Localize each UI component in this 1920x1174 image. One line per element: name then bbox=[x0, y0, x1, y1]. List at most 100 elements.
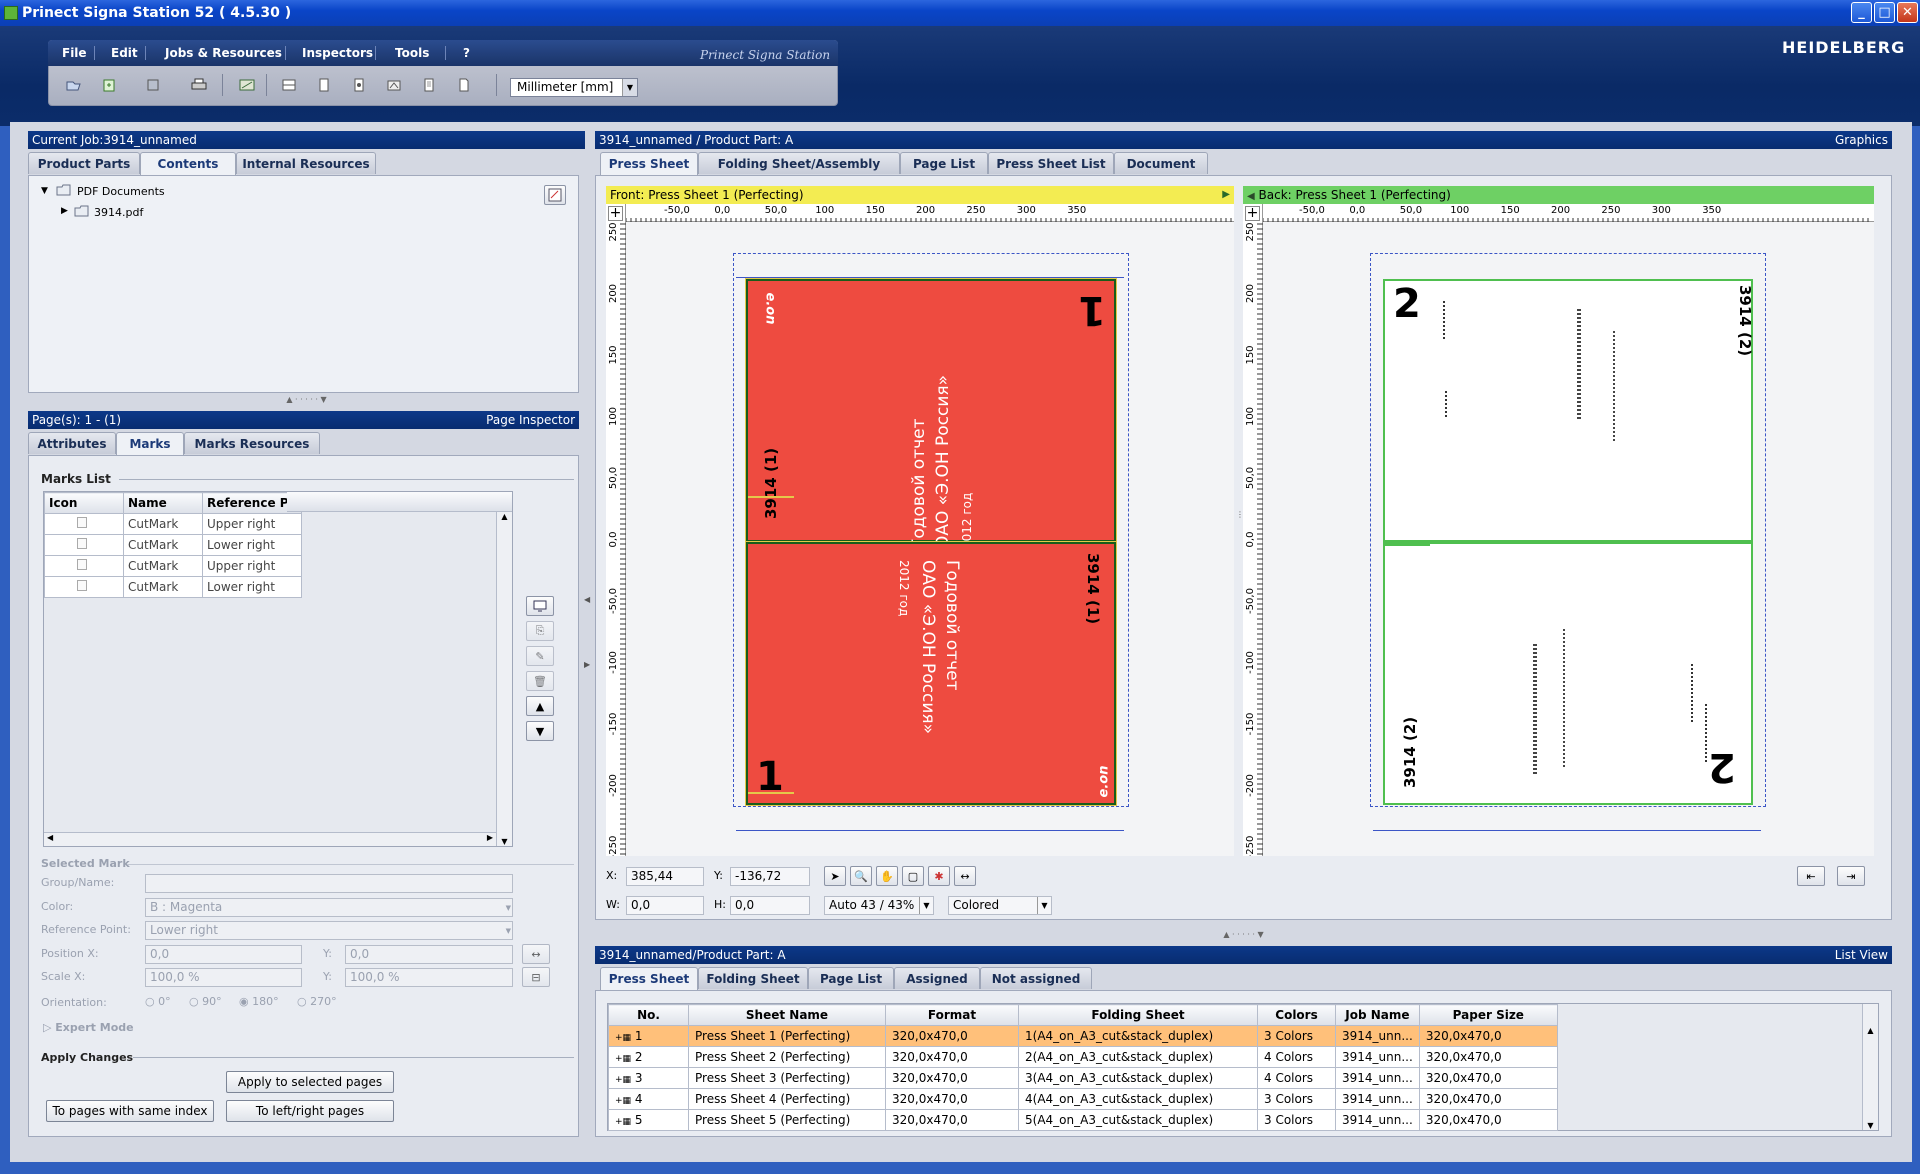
scroll-down-icon[interactable]: ▼ bbox=[497, 837, 512, 846]
tab-attributes[interactable]: Attributes bbox=[28, 432, 116, 454]
tree-root-label[interactable]: PDF Documents bbox=[77, 185, 165, 198]
tab-marks-resources[interactable]: Marks Resources bbox=[184, 432, 320, 454]
tab-press-sheet-list[interactable]: Press Sheet List bbox=[988, 152, 1114, 174]
color-icon[interactable] bbox=[383, 74, 405, 96]
column-header[interactable]: Paper Size bbox=[1418, 1004, 1558, 1026]
menu-tools[interactable]: Tools bbox=[395, 40, 429, 66]
tab-list-folding-sheet[interactable]: Folding Sheet bbox=[698, 967, 808, 989]
new-job-icon[interactable] bbox=[98, 74, 120, 96]
orientation-radio-270[interactable]: ○ 270° bbox=[297, 995, 337, 1008]
w-field[interactable]: 0,0 bbox=[626, 896, 704, 915]
list-vertical-scrollbar[interactable]: ▲ ▼ bbox=[1862, 1004, 1878, 1130]
column-header[interactable]: Job Name bbox=[1335, 1004, 1420, 1026]
column-header[interactable]: Colors bbox=[1257, 1004, 1336, 1026]
column-header[interactable]: Sheet Name bbox=[688, 1004, 886, 1026]
tree-child-label[interactable]: 3914.pdf bbox=[94, 206, 143, 219]
bug-tool-icon[interactable]: ✱ bbox=[928, 866, 950, 886]
position-y-field[interactable]: 0,0 bbox=[345, 945, 513, 964]
tab-page-list[interactable]: Page List bbox=[900, 152, 988, 174]
tab-list-assigned[interactable]: Assigned bbox=[894, 967, 980, 989]
reference-point-select[interactable]: Lower right ▼ bbox=[145, 921, 513, 940]
zoom-tool-icon[interactable]: 🔍 bbox=[850, 866, 872, 886]
table-row[interactable]: +▦ 5 Press Sheet 5 (Perfecting) 320,0x47… bbox=[608, 1109, 1558, 1131]
position-x-field[interactable]: 0,0 bbox=[145, 945, 302, 964]
fit-width-icon[interactable]: ⇤ bbox=[1797, 866, 1825, 886]
to-same-index-button[interactable]: To pages with same index bbox=[46, 1100, 214, 1122]
splitter-right-arrow[interactable]: ▶ bbox=[584, 660, 590, 669]
expand-row-icon[interactable]: +▦ bbox=[615, 1054, 631, 1064]
column-header[interactable]: Icon bbox=[44, 492, 124, 514]
move-up-button[interactable]: ▲ bbox=[526, 696, 554, 716]
expand-row-icon[interactable]: +▦ bbox=[615, 1075, 631, 1085]
frame-tool-icon[interactable]: ▢ bbox=[902, 866, 924, 886]
table-row[interactable]: +▦ 1 Press Sheet 1 (Perfecting) 320,0x47… bbox=[608, 1025, 1558, 1047]
tab-list-page-list[interactable]: Page List bbox=[808, 967, 894, 989]
sheet-layout-icon[interactable] bbox=[278, 74, 300, 96]
menu-edit[interactable]: Edit bbox=[111, 40, 138, 66]
document-icon[interactable] bbox=[418, 74, 440, 96]
h-field[interactable]: 0,0 bbox=[730, 896, 810, 915]
expand-row-icon[interactable]: +▦ bbox=[615, 1033, 631, 1043]
splitter-handle[interactable]: ▲ · · · · · ▼ bbox=[28, 395, 585, 404]
table-row[interactable]: CutMark Lower right bbox=[44, 534, 302, 556]
table-row[interactable]: CutMark Upper right bbox=[44, 513, 302, 535]
orientation-radio-180[interactable]: ◉ 180° bbox=[239, 995, 279, 1008]
tab-list-press-sheet[interactable]: Press Sheet bbox=[600, 967, 698, 990]
copy-mark-button[interactable]: ⎘ bbox=[526, 621, 554, 641]
vertical-scrollbar[interactable]: ▲ ▼ bbox=[496, 512, 512, 846]
scale-y-field[interactable]: 100,0 % bbox=[345, 968, 513, 987]
tab-press-sheet[interactable]: Press Sheet bbox=[600, 152, 698, 175]
units-select[interactable]: Millimeter [mm] ▼ bbox=[510, 78, 638, 97]
collapse-icon[interactable]: ▶ bbox=[61, 206, 68, 216]
column-header[interactable]: Folding Sheet bbox=[1018, 1004, 1258, 1026]
ruler-origin-icon[interactable]: + bbox=[608, 206, 623, 221]
tab-product-parts[interactable]: Product Parts bbox=[28, 152, 140, 174]
scroll-left-icon[interactable]: ◀ bbox=[47, 833, 53, 842]
tab-document[interactable]: Document bbox=[1114, 152, 1208, 174]
menu-jobs-resources[interactable]: Jobs & Resources bbox=[165, 40, 282, 66]
column-header[interactable]: No. bbox=[608, 1004, 689, 1026]
open-job-icon[interactable] bbox=[62, 74, 84, 96]
tab-folding-sheet-assembly[interactable]: Folding Sheet/Assembly Block bbox=[698, 152, 900, 193]
measure-tool-icon[interactable]: ↔ bbox=[954, 866, 976, 886]
table-row[interactable]: +▦ 3 Press Sheet 3 (Perfecting) 320,0x47… bbox=[608, 1067, 1558, 1089]
to-left-right-button[interactable]: To left/right pages bbox=[226, 1100, 394, 1122]
front-page-bottom[interactable]: 1 e.on 3914 (1) Годовой отчет ОАО «Э.ОН … bbox=[745, 541, 1117, 806]
front-canvas[interactable]: 1 e.on 3914 (1) Годовой отчет ОАО «Э.ОН … bbox=[626, 222, 1234, 856]
scroll-down-icon[interactable]: ▼ bbox=[1863, 1121, 1878, 1130]
scale-link-icon[interactable]: ⊟ bbox=[522, 967, 550, 987]
tab-list-not-assigned[interactable]: Not assigned bbox=[980, 967, 1092, 989]
table-row[interactable]: CutMark Upper right bbox=[44, 555, 302, 577]
back-canvas[interactable]: 2 3914 (2) 2 3914 (2) bbox=[1263, 222, 1874, 856]
prev-arrow-icon[interactable]: ◀ bbox=[1247, 191, 1255, 202]
mark-icon[interactable] bbox=[348, 74, 370, 96]
select-tool-icon[interactable]: ➤ bbox=[824, 866, 846, 886]
expand-row-icon[interactable]: +▦ bbox=[615, 1117, 631, 1127]
orientation-radio-90[interactable]: ○ 90° bbox=[189, 995, 222, 1008]
page-icon[interactable] bbox=[313, 74, 335, 96]
splitter-left-arrow[interactable]: ◀ bbox=[584, 595, 590, 604]
orientation-radio-0[interactable]: ○ 0° bbox=[145, 995, 171, 1008]
close-button[interactable]: ✕ bbox=[1897, 2, 1918, 23]
y-field[interactable]: -136,72 bbox=[730, 867, 810, 886]
back-page-top[interactable]: 2 3914 (2) bbox=[1383, 279, 1754, 542]
maximize-button[interactable]: □ bbox=[1874, 2, 1895, 23]
blank-page-icon[interactable] bbox=[453, 74, 475, 96]
add-content-icon[interactable] bbox=[544, 185, 566, 205]
splitter-handle[interactable]: ⋮ bbox=[1236, 510, 1244, 530]
menu-file[interactable]: File bbox=[62, 40, 87, 66]
add-mark-button[interactable] bbox=[526, 596, 554, 616]
scroll-right-icon[interactable]: ▶ bbox=[487, 833, 493, 842]
table-row[interactable]: CutMark Lower right bbox=[44, 576, 302, 598]
group-name-field[interactable] bbox=[145, 874, 513, 893]
x-field[interactable]: 385,44 bbox=[626, 867, 704, 886]
save-icon[interactable] bbox=[142, 74, 164, 96]
fit-page-icon[interactable]: ⇥ bbox=[1837, 866, 1865, 886]
back-page-bottom[interactable]: 2 3914 (2) bbox=[1383, 542, 1753, 805]
splitter-handle[interactable]: ▲ · · · · · ▼ bbox=[595, 930, 1892, 939]
scroll-up-icon[interactable]: ▲ bbox=[497, 512, 512, 521]
chevron-down-icon[interactable]: ▼ bbox=[622, 79, 637, 96]
scale-x-field[interactable]: 100,0 % bbox=[145, 968, 302, 987]
tab-contents[interactable]: Contents bbox=[140, 152, 236, 175]
color-select[interactable]: B : Magenta ▼ bbox=[145, 898, 513, 917]
